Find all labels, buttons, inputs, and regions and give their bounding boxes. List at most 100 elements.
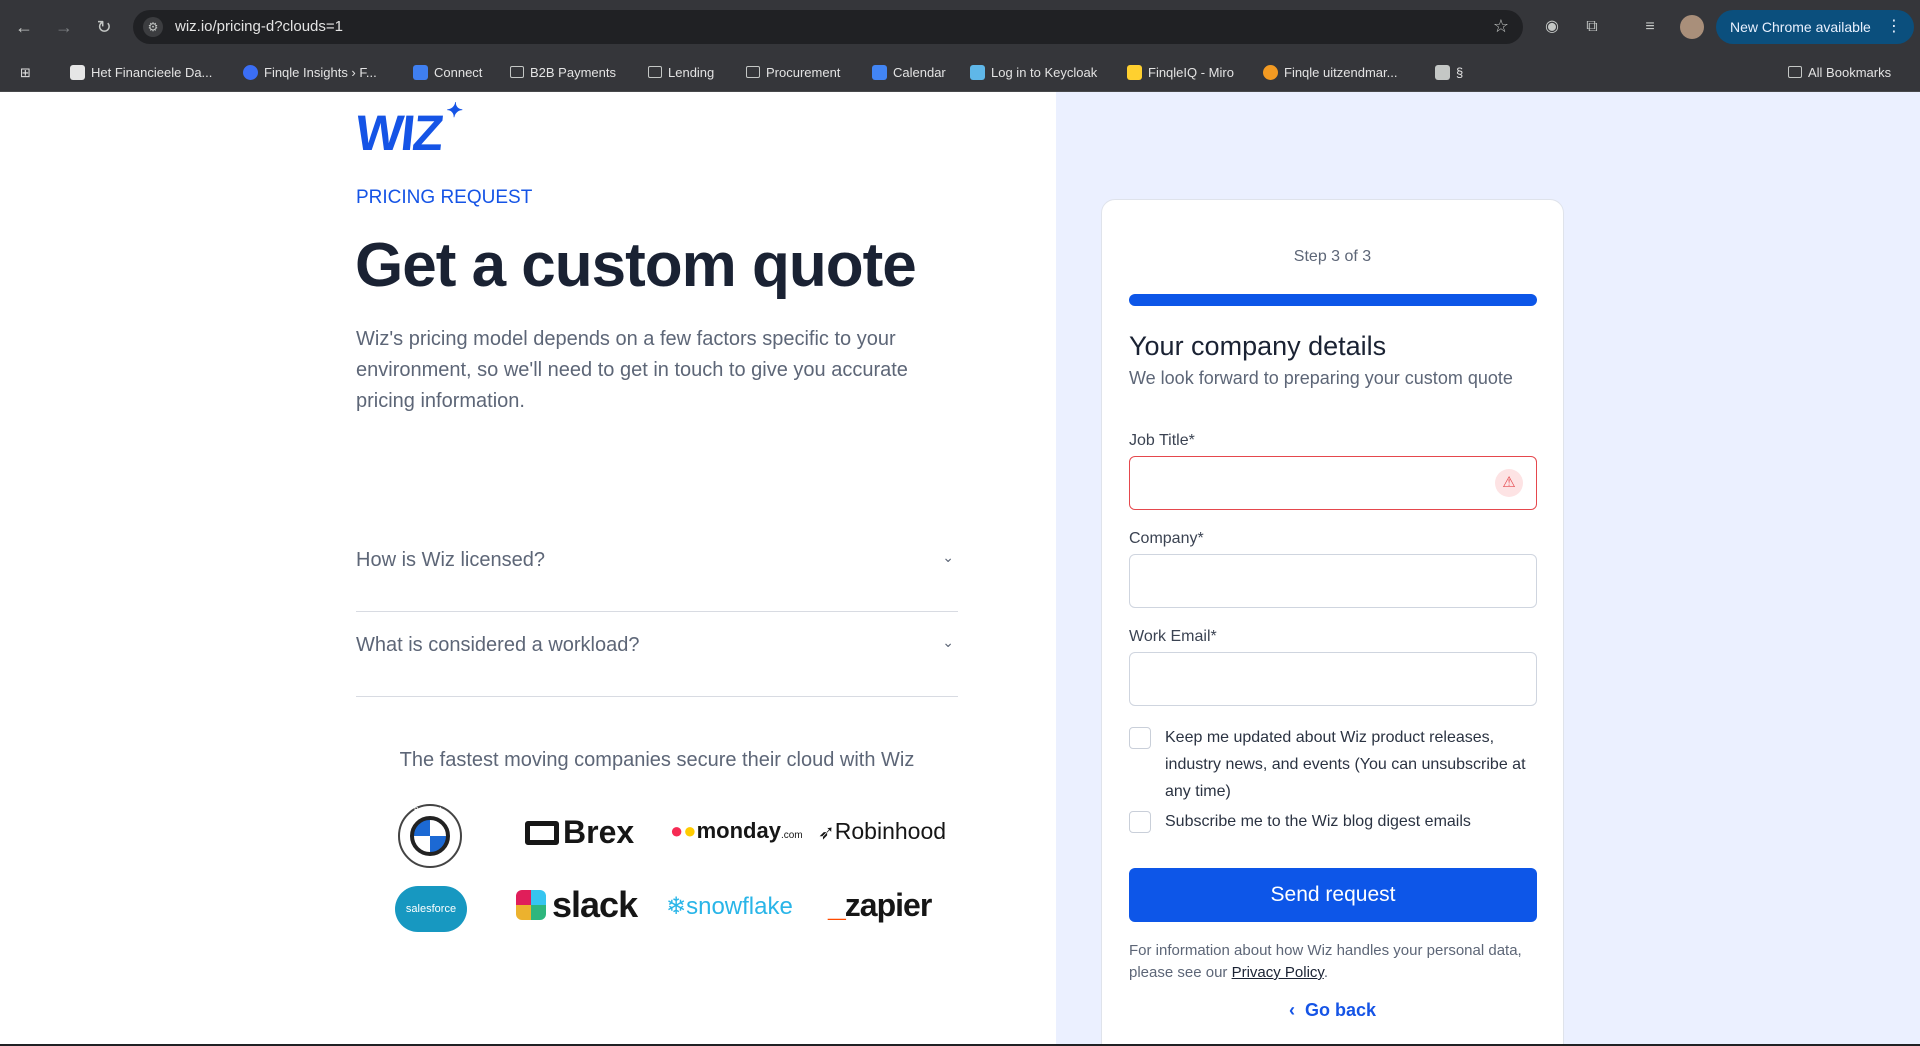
bookmark-label: Log in to Keycloak [991, 65, 1098, 80]
chrome-update-button[interactable]: New Chrome available ⋮ [1716, 10, 1914, 44]
bookmark-label: Lending [668, 65, 715, 80]
reload-icon[interactable]: ↻ [90, 13, 118, 41]
puzzle-icon[interactable]: ⧉ [1580, 15, 1604, 39]
progress-bar [1129, 294, 1537, 306]
monday-logo: ●●monday.com [670, 818, 803, 843]
job-title-input[interactable]: ⚠ [1129, 456, 1537, 510]
faq-item[interactable]: What is considered a workload? ⌄ [356, 612, 958, 697]
bookmark-item[interactable]: Finqle Insights › F... [243, 65, 377, 80]
blog-checkbox[interactable] [1129, 811, 1151, 833]
bookmark-item[interactable]: Connect [413, 65, 482, 80]
snowflake-icon: ❄ [666, 893, 687, 920]
zapier-logo: _zapier [828, 887, 932, 923]
go-back-link[interactable]: ‹ Go back [1102, 1000, 1563, 1021]
work-email-input[interactable] [1129, 652, 1537, 706]
form-subtitle: We look forward to preparing your custom… [1129, 368, 1513, 388]
privacy-note: For information about how Wiz handles yo… [1129, 940, 1537, 984]
back-icon[interactable]: ← [10, 13, 38, 41]
extension-icon[interactable]: ◉ [1540, 15, 1564, 39]
bookmark-item[interactable]: § [1435, 65, 1463, 80]
bookmark-label: B2B Payments [530, 65, 616, 80]
page-title: Get a custom quote [355, 231, 917, 300]
bookmark-label: Connect [434, 65, 483, 80]
faq-question: How is Wiz licensed? [356, 549, 545, 571]
intro-text: Wiz's pricing model depends on a few fac… [356, 328, 908, 412]
monday-text: monday [696, 818, 781, 843]
favicon-icon [70, 65, 85, 80]
bookmark-label: § [1456, 65, 1464, 80]
favicon-icon [970, 65, 985, 80]
bookmark-folder[interactable]: Lending [648, 65, 714, 80]
faq-item[interactable]: How is Wiz licensed? ⌄ [356, 527, 958, 612]
updates-checkbox[interactable] [1129, 727, 1151, 749]
bookmark-star-icon[interactable]: ☆ [1493, 16, 1509, 37]
all-bookmarks-label: All Bookmarks [1808, 65, 1892, 80]
bookmark-item[interactable]: Calendar [872, 65, 946, 80]
bookmarks-bar: ⊞ Het Financieele Da... Finqle Insights … [0, 54, 1920, 92]
bookmark-item[interactable]: Het Financieele Da... [70, 65, 212, 80]
robinhood-text: Robinhood [834, 818, 947, 844]
zapier-text: zapier [844, 887, 932, 923]
favicon-icon [1263, 65, 1278, 80]
folder-icon [510, 66, 524, 78]
apps-icon[interactable]: ⊞ [20, 65, 31, 81]
salesforce-logo: salesforce [395, 886, 467, 932]
profile-avatar[interactable] [1680, 15, 1704, 39]
all-bookmarks[interactable]: All Bookmarks [1788, 65, 1891, 80]
favicon-icon [243, 65, 258, 80]
miro-icon [1127, 65, 1142, 80]
company-input[interactable] [1129, 554, 1537, 608]
sparkle-icon: ✦ [445, 100, 463, 122]
bookmark-item[interactable]: Log in to Keycloak [970, 65, 1097, 80]
go-back-label: Go back [1304, 1000, 1377, 1020]
bookmark-label: Het Financieele Da... [91, 65, 213, 80]
slack-text: slack [552, 884, 638, 925]
browser-toolbar: ← → ↻ ⚙ wiz.io/pricing-d?clouds=1 ☆ ◉ ⧉ … [0, 0, 1920, 54]
privacy-policy-link[interactable]: Privacy Policy [1232, 964, 1324, 981]
page-content: WIZ ✦ PRICING REQUEST Get a custom quote … [0, 92, 1920, 1044]
bookmark-folder[interactable]: B2B Payments [510, 65, 616, 80]
bookmark-folder[interactable]: Procurement [746, 65, 840, 80]
feather-icon: ➶ [818, 822, 835, 844]
form-title: Your company details [1129, 331, 1387, 361]
slack-mark-icon [516, 890, 546, 920]
bmw-logo: BMW [398, 804, 462, 868]
bookmark-label: Finqle uitzendmar... [1284, 65, 1398, 80]
address-bar[interactable]: ⚙ wiz.io/pricing-d?clouds=1 ☆ [133, 10, 1523, 44]
warning-icon: ⚠ [1495, 469, 1523, 497]
bookmark-label: Finqle Insights › F... [264, 65, 377, 80]
bookmark-item[interactable]: FinqleIQ - Miro [1127, 65, 1234, 80]
reading-list-icon[interactable]: ≡ [1638, 15, 1662, 39]
bookmark-label: FinqleIQ - Miro [1148, 65, 1234, 80]
quote-form-card: Step 3 of 3 Your company details We look… [1101, 199, 1564, 1044]
monday-suffix: .com [780, 830, 803, 841]
site-settings-icon[interactable]: ⚙ [143, 17, 163, 37]
faq-question: What is considered a workload? [356, 634, 640, 656]
bookmark-label: Calendar [893, 65, 946, 80]
privacy-suffix: . [1323, 964, 1328, 981]
updates-consent-text: Keep me updated about Wiz product releas… [1165, 729, 1526, 800]
logo-text: WIZ [353, 105, 445, 161]
wiz-logo[interactable]: WIZ ✦ [353, 100, 462, 162]
bmw-text: BMW [413, 807, 447, 814]
folder-icon [648, 66, 662, 78]
eyebrow: PRICING REQUEST [356, 187, 533, 208]
folder-icon [746, 66, 760, 78]
bookmark-item[interactable]: Finqle uitzendmar... [1263, 65, 1397, 80]
blog-consent-text: Subscribe me to the Wiz blog digest emai… [1165, 813, 1471, 830]
chevron-down-icon: ⌄ [942, 634, 954, 650]
url-text[interactable]: wiz.io/pricing-d?clouds=1 [175, 18, 343, 35]
brex-logo: Brex [525, 814, 634, 851]
favicon-icon [1435, 65, 1450, 80]
trust-heading: The fastest moving companies secure thei… [399, 749, 915, 771]
favicon-icon [413, 65, 428, 80]
calendar-icon [872, 65, 887, 80]
forward-icon[interactable]: → [50, 13, 78, 41]
menu-dots-icon[interactable]: ⋮ [1886, 10, 1902, 44]
chevron-down-icon: ⌄ [942, 549, 954, 565]
bookmark-label: Procurement [766, 65, 841, 80]
snowflake-text: snowflake [686, 893, 793, 920]
brex-text: Brex [563, 814, 635, 850]
folder-icon [1788, 66, 1802, 78]
send-request-button[interactable]: Send request [1129, 868, 1537, 922]
